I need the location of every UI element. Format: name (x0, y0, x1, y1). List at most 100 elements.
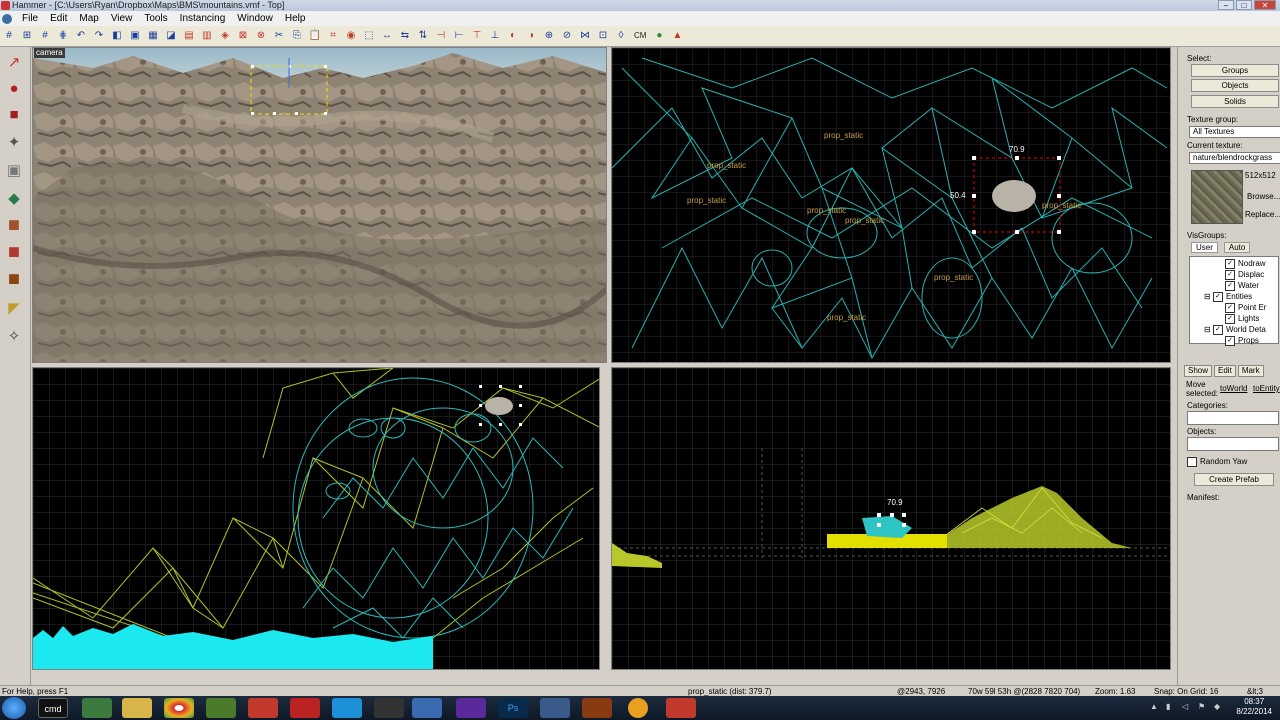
taskbar-clock[interactable]: 08:37 8/22/2014 (1236, 697, 1272, 717)
selection-tool-icon[interactable]: ↗ (2, 51, 26, 75)
visgroup-water[interactable]: ✓ Water (1225, 280, 1259, 291)
to-world-button[interactable]: toWorld (1220, 384, 1247, 393)
clipping-tool-icon[interactable]: ◤ (2, 297, 26, 321)
ungroup-icon[interactable]: ▦ (146, 29, 160, 43)
taskbar-app-9[interactable] (374, 698, 404, 718)
create-prefab-button[interactable]: Create Prefab (1194, 473, 1274, 486)
random-yaw-option[interactable]: Random Yaw (1187, 457, 1247, 467)
collapse-icon[interactable]: ⊟ (1204, 325, 1211, 334)
visgroup-nodraw[interactable]: ✓ Nodraw (1225, 258, 1266, 269)
visgroup-world-detail[interactable]: ⊟ ✓ World Deta (1204, 324, 1266, 335)
show-button[interactable]: Show (1184, 365, 1213, 377)
tray-network-icon[interactable]: ▮ (1166, 702, 1176, 712)
entity-tool-icon[interactable]: ✦ (2, 131, 26, 155)
taskbar-app-10[interactable] (412, 698, 442, 718)
tray-app-icon[interactable]: ◆ (1214, 702, 1224, 712)
check-icon[interactable]: ✓ (1225, 280, 1235, 291)
clip-icon[interactable]: ⋈ (578, 29, 592, 43)
menu-help[interactable]: Help (279, 11, 312, 26)
check-problems-icon[interactable]: ↔ (380, 29, 394, 43)
cubemap-button[interactable]: CM (632, 29, 648, 43)
taskbar-steam[interactable] (540, 698, 570, 718)
cut-icon[interactable]: ✂ (272, 29, 286, 43)
cordon-icon[interactable]: ⊡ (596, 29, 610, 43)
menu-file[interactable]: File (16, 11, 44, 26)
taskbar-photoshop[interactable]: Ps (498, 698, 528, 718)
check-icon[interactable]: ✓ (1225, 313, 1235, 324)
texture-preview[interactable] (1191, 170, 1243, 224)
taskbar-app-15[interactable] (628, 698, 648, 718)
check-icon[interactable]: ✓ (1225, 335, 1235, 346)
solids-button[interactable]: Solids (1191, 95, 1279, 108)
paste-icon[interactable]: 📋 (308, 29, 322, 43)
front-viewport[interactable] (32, 367, 600, 670)
visgroup-lights[interactable]: ✓ Lights (1225, 313, 1259, 324)
camera-tool-icon[interactable]: ■ (2, 103, 26, 127)
texture-scale-lock-icon[interactable]: ▥ (200, 29, 214, 43)
objects-select[interactable] (1187, 437, 1279, 451)
visgroup-displacement[interactable]: ✓ Displac (1225, 269, 1264, 280)
ignore-groups-icon[interactable]: ◉ (344, 29, 358, 43)
align-top-icon[interactable]: ⊤ (470, 29, 484, 43)
visgroup-entities[interactable]: ⊟ ✓ Entities (1204, 291, 1252, 302)
check-icon[interactable]: ✓ (1225, 269, 1235, 280)
tray-volume-icon[interactable]: ◁ (1182, 702, 1192, 712)
texture-group-select[interactable]: All Textures (1189, 126, 1280, 138)
groups-button[interactable]: Groups (1191, 64, 1279, 77)
paste-special-icon[interactable]: ⌗ (326, 29, 340, 43)
taskbar-app-2[interactable] (82, 698, 112, 718)
align-left-icon[interactable]: ⊣ (434, 29, 448, 43)
to-world-icon[interactable]: ⊗ (254, 29, 268, 43)
objects-button[interactable]: Objects (1191, 79, 1279, 92)
checkbox-icon[interactable] (1187, 457, 1197, 467)
minimize-button[interactable]: – (1218, 0, 1234, 10)
copy-icon[interactable]: ⎘ (290, 29, 304, 43)
align-bottom-icon[interactable]: ⊥ (488, 29, 502, 43)
check-icon[interactable]: ✓ (1225, 258, 1235, 269)
show-all-icon[interactable]: ◑ (524, 29, 538, 43)
maximize-button[interactable]: □ (1236, 0, 1252, 10)
taskbar-visual-studio[interactable] (456, 698, 486, 718)
taskbar-git[interactable] (248, 698, 278, 718)
align-right-icon[interactable]: ⊢ (452, 29, 466, 43)
taskbar-app-14[interactable] (582, 698, 612, 718)
to-entity-button[interactable]: toEntity (1253, 384, 1280, 393)
to-entity-icon[interactable]: ⊠ (236, 29, 250, 43)
check-icon[interactable]: ✓ (1225, 302, 1235, 313)
browse-button[interactable]: Browse... (1247, 192, 1280, 201)
grid-smaller-icon[interactable]: ⊞ (20, 29, 34, 43)
carve-icon[interactable]: ◧ (110, 29, 124, 43)
mark-button[interactable]: Mark (1237, 365, 1264, 377)
redo-icon[interactable]: ↷ (92, 29, 106, 43)
hide-selected-icon[interactable]: ◐ (506, 29, 520, 43)
tray-chevron-icon[interactable]: ▲ (1150, 702, 1160, 712)
check-icon[interactable]: ✓ (1212, 324, 1223, 335)
categories-select[interactable] (1187, 411, 1279, 425)
magnify-tool-icon[interactable]: ● (2, 77, 26, 101)
toggle-selection-icon[interactable]: ◈ (218, 29, 232, 43)
menu-tools[interactable]: Tools (138, 11, 173, 26)
taskbar-acrobat[interactable] (290, 698, 320, 718)
map-info-icon[interactable]: ▲ (670, 29, 684, 43)
undo-icon[interactable]: ↶ (74, 29, 88, 43)
grid-toggle-icon[interactable]: # (2, 29, 16, 43)
toggle-texture-lock-icon[interactable]: ▤ (182, 29, 196, 43)
menu-instancing[interactable]: Instancing (174, 11, 232, 26)
top-viewport[interactable]: prop_static prop_static prop_static prop… (611, 47, 1171, 363)
decal-tool-icon[interactable]: ◼ (2, 240, 26, 264)
tray-flag-icon[interactable]: ⚑ (1198, 702, 1208, 712)
block-tool-icon[interactable]: ▣ (2, 159, 26, 183)
vertex-tool-icon[interactable]: ⊘ (560, 29, 574, 43)
texture-application-icon[interactable]: ◆ (2, 187, 26, 211)
camera-viewport[interactable]: camera (32, 47, 607, 363)
collapse-icon[interactable]: ⊟ (1204, 292, 1211, 301)
taskbar-skype[interactable] (332, 698, 362, 718)
visgroup-props[interactable]: ✓ Props (1225, 335, 1259, 346)
selection-box-icon[interactable]: ⬚ (362, 29, 376, 43)
hide-items-icon[interactable]: ◪ (164, 29, 178, 43)
run-map-icon[interactable]: ● (652, 29, 666, 43)
apply-texture-icon[interactable]: ◼ (2, 213, 26, 237)
visgroup-point-entities[interactable]: ✓ Point Er (1225, 302, 1266, 313)
taskbar-app-5[interactable] (206, 698, 236, 718)
menu-edit[interactable]: Edit (44, 11, 73, 26)
